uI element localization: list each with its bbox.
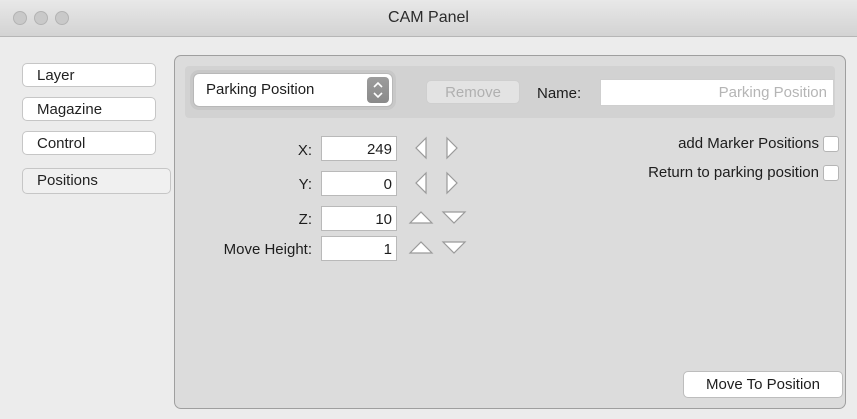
up-arrow-icon[interactable] <box>408 209 434 225</box>
move-height-field[interactable]: 1 <box>321 236 397 261</box>
y-field[interactable]: 0 <box>321 171 397 196</box>
return-parking-label: Return to parking position <box>648 164 819 181</box>
title-bar: CAM Panel <box>0 0 857 37</box>
sidebar-item-magazine[interactable]: Magazine <box>22 97 156 121</box>
right-arrow-icon[interactable] <box>444 171 460 195</box>
move-height-label: Move Height: <box>223 241 312 258</box>
down-arrow-icon[interactable] <box>441 239 467 255</box>
up-down-chevron-icon <box>367 77 389 103</box>
down-arrow-icon[interactable] <box>441 209 467 225</box>
add-marker-label: add Marker Positions <box>678 135 819 152</box>
x-field[interactable]: 249 <box>321 136 397 161</box>
y-label: Y: <box>298 176 312 193</box>
positions-panel: Parking Position Remove Name: Parking Po… <box>174 55 846 409</box>
add-marker-checkbox[interactable] <box>823 136 839 152</box>
z-label: Z: <box>298 211 312 228</box>
left-arrow-icon[interactable] <box>413 171 429 195</box>
position-select-value: Parking Position <box>206 81 315 98</box>
position-select[interactable]: Parking Position <box>193 73 393 107</box>
sidebar-item-layer[interactable]: Layer <box>22 63 156 87</box>
name-label: Name: <box>537 85 582 102</box>
return-parking-checkbox[interactable] <box>823 165 839 181</box>
x-label: X: <box>297 142 312 159</box>
sidebar-item-positions[interactable]: Positions <box>22 168 171 194</box>
remove-button[interactable]: Remove <box>426 80 520 104</box>
sidebar-item-control[interactable]: Control <box>22 131 156 155</box>
name-field[interactable]: Parking Position <box>600 79 834 106</box>
right-arrow-icon[interactable] <box>444 136 460 160</box>
up-arrow-icon[interactable] <box>408 239 434 255</box>
window-title: CAM Panel <box>388 9 469 26</box>
left-arrow-icon[interactable] <box>413 136 429 160</box>
z-field[interactable]: 10 <box>321 206 397 231</box>
move-to-position-button[interactable]: Move To Position <box>683 371 843 398</box>
